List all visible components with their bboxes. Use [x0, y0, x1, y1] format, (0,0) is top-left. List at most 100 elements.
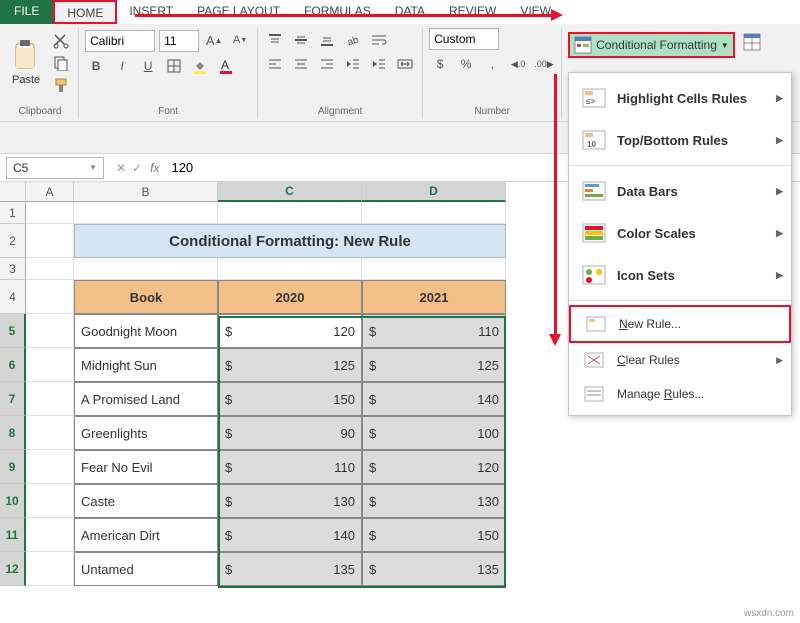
name-box[interactable]: C5 ▼: [6, 157, 104, 179]
merge-center-button[interactable]: [394, 54, 416, 74]
font-color-button[interactable]: A: [215, 56, 237, 76]
cell-2020[interactable]: $130: [218, 484, 362, 518]
decrease-font-button[interactable]: A▼: [229, 30, 251, 50]
borders-button[interactable]: [163, 56, 185, 76]
cell-2021[interactable]: $100: [362, 416, 506, 450]
paste-button[interactable]: Paste: [8, 38, 44, 88]
menu-separator: [569, 165, 791, 166]
cf-highlight-cells-rules[interactable]: ≤> Highlight Cells Rules ▶: [569, 77, 791, 119]
row-header[interactable]: 9: [0, 450, 26, 484]
enter-formula-icon[interactable]: ✓: [132, 161, 142, 175]
cf-item-label: Top/Bottom Rules: [617, 133, 728, 148]
cell-2020[interactable]: $140: [218, 518, 362, 552]
align-bottom-button[interactable]: [316, 30, 338, 50]
cell-2021[interactable]: $135: [362, 552, 506, 586]
italic-button[interactable]: I: [111, 56, 133, 76]
font-name-select[interactable]: [85, 30, 155, 52]
group-label-alignment: Alignment: [264, 104, 416, 117]
tab-home[interactable]: HOME: [53, 0, 117, 24]
title-cell[interactable]: Conditional Formatting: New Rule: [74, 224, 506, 258]
font-size-select[interactable]: [159, 30, 199, 52]
underline-button[interactable]: U: [137, 56, 159, 76]
cell-2021[interactable]: $110: [362, 314, 506, 348]
percent-button[interactable]: %: [455, 54, 477, 74]
bold-button[interactable]: B: [85, 56, 107, 76]
col-header-c[interactable]: C: [218, 182, 362, 202]
cancel-formula-icon[interactable]: ✕: [116, 161, 126, 175]
row-header[interactable]: 7: [0, 382, 26, 416]
increase-font-button[interactable]: A▲: [203, 30, 225, 50]
align-center-button[interactable]: [290, 54, 312, 74]
cell-book[interactable]: Greenlights: [74, 416, 218, 450]
tab-formulas[interactable]: FORMULAS: [292, 0, 383, 24]
cell-book[interactable]: Caste: [74, 484, 218, 518]
row-header[interactable]: 5: [0, 314, 26, 348]
row-header[interactable]: 1: [0, 202, 26, 224]
cell-2020[interactable]: $125: [218, 348, 362, 382]
fill-color-button[interactable]: [189, 56, 211, 76]
annotation-arrow-right: [135, 14, 553, 17]
format-as-table-button[interactable]: [741, 32, 763, 52]
row-header[interactable]: 2: [0, 224, 26, 258]
fx-label[interactable]: fx: [150, 161, 167, 175]
cell-2020[interactable]: $150: [218, 382, 362, 416]
cell-2020[interactable]: $110: [218, 450, 362, 484]
table-header-book[interactable]: Book: [74, 280, 218, 314]
row-header[interactable]: 8: [0, 416, 26, 450]
cf-top-bottom-rules[interactable]: 10 Top/Bottom Rules ▶: [569, 119, 791, 161]
tab-review[interactable]: REVIEW: [437, 0, 508, 24]
decrease-indent-button[interactable]: [342, 54, 364, 74]
table-header-2021[interactable]: 2021: [362, 280, 506, 314]
row-header[interactable]: 4: [0, 280, 26, 314]
chevron-down-icon: ▼: [721, 41, 729, 50]
cell-book[interactable]: A Promised Land: [74, 382, 218, 416]
cell-2020[interactable]: $135: [218, 552, 362, 586]
cut-button[interactable]: [50, 31, 72, 51]
cell-book[interactable]: American Dirt: [74, 518, 218, 552]
align-middle-button[interactable]: [290, 30, 312, 50]
cell-2021[interactable]: $130: [362, 484, 506, 518]
row-header[interactable]: 12: [0, 552, 26, 586]
tab-page-layout[interactable]: PAGE LAYOUT: [185, 0, 292, 24]
tab-file[interactable]: FILE: [0, 0, 53, 24]
col-header-b[interactable]: B: [74, 182, 218, 202]
cell-2020[interactable]: $120: [218, 314, 362, 348]
cell-2021[interactable]: $125: [362, 348, 506, 382]
align-left-button[interactable]: [264, 54, 286, 74]
select-all-corner[interactable]: [0, 182, 26, 202]
row-header[interactable]: 3: [0, 258, 26, 280]
row-header[interactable]: 6: [0, 348, 26, 382]
cell-book[interactable]: Midnight Sun: [74, 348, 218, 382]
copy-button[interactable]: [50, 53, 72, 73]
col-header-a[interactable]: A: [26, 182, 74, 202]
col-header-d[interactable]: D: [362, 182, 506, 202]
row-header[interactable]: 11: [0, 518, 26, 552]
conditional-formatting-button[interactable]: Conditional Formatting ▼: [568, 32, 735, 58]
table-header-2020[interactable]: 2020: [218, 280, 362, 314]
increase-indent-button[interactable]: [368, 54, 390, 74]
cell-book[interactable]: Fear No Evil: [74, 450, 218, 484]
number-format-select[interactable]: [429, 28, 499, 50]
tab-data[interactable]: DATA: [383, 0, 437, 24]
currency-button[interactable]: $: [429, 54, 451, 74]
submenu-arrow-icon: ▶: [776, 135, 783, 146]
cell-2020[interactable]: $90: [218, 416, 362, 450]
tab-insert[interactable]: INSERT: [117, 0, 185, 24]
row-header[interactable]: 10: [0, 484, 26, 518]
wrap-text-button[interactable]: [368, 30, 390, 50]
paste-label: Paste: [12, 74, 40, 86]
decrease-decimal-button[interactable]: .00▶: [533, 54, 555, 74]
orientation-button[interactable]: ab: [342, 30, 364, 50]
group-number: $ % , ◀.0 .00▶ Number: [423, 28, 562, 119]
align-right-button[interactable]: [316, 54, 338, 74]
spreadsheet-grid[interactable]: A B C D 1 2 Conditional Formatting: New …: [0, 182, 800, 586]
increase-decimal-button[interactable]: ◀.0: [507, 54, 529, 74]
cell-2021[interactable]: $140: [362, 382, 506, 416]
align-top-button[interactable]: [264, 30, 286, 50]
format-painter-button[interactable]: [50, 75, 72, 95]
cell-2021[interactable]: $150: [362, 518, 506, 552]
cell-book[interactable]: Untamed: [74, 552, 218, 586]
comma-button[interactable]: ,: [481, 54, 503, 74]
cell-book[interactable]: Goodnight Moon: [74, 314, 218, 348]
cell-2021[interactable]: $120: [362, 450, 506, 484]
